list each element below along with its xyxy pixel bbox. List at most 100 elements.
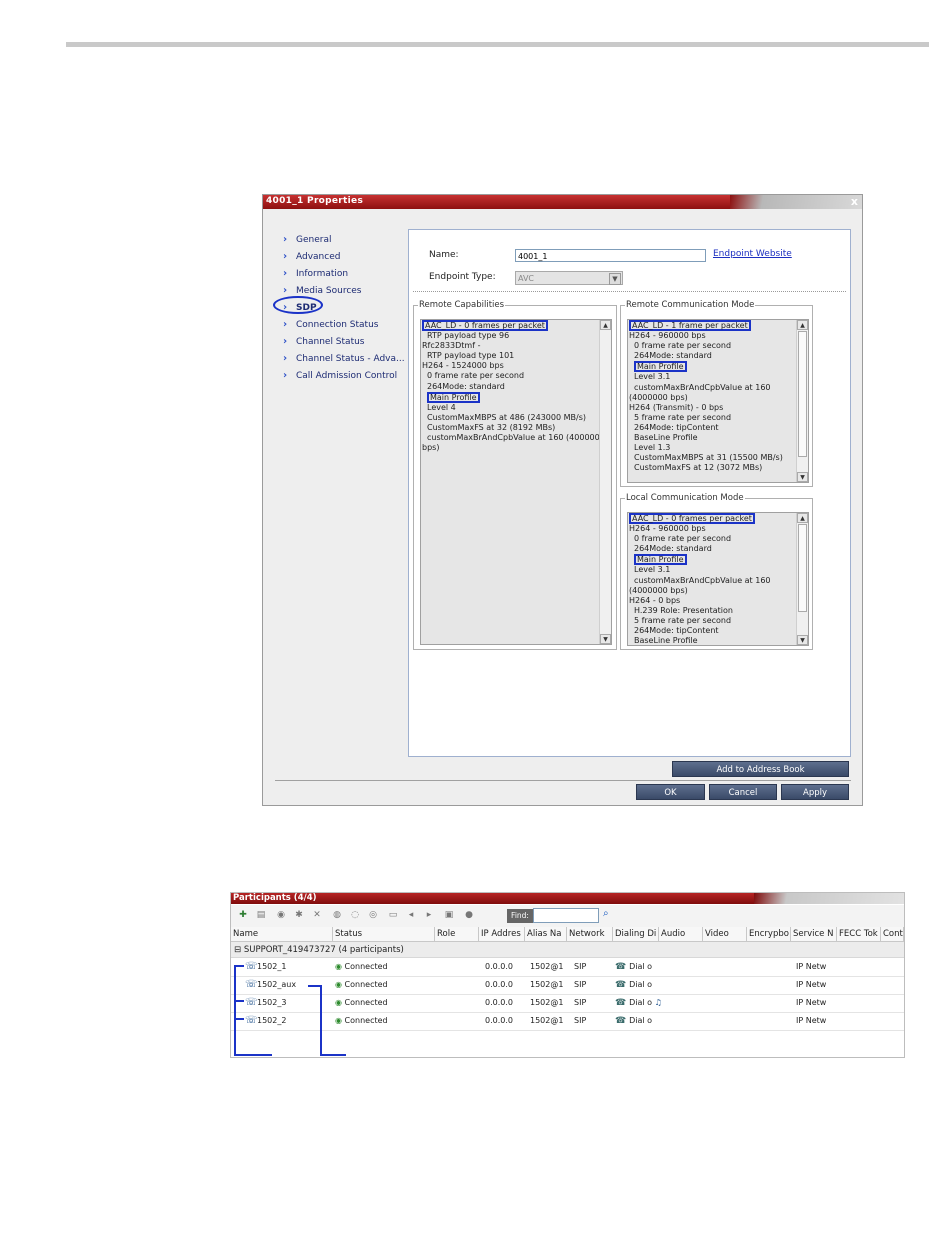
volume-down-icon[interactable]: ◂ [405,909,417,921]
unmute-audio-icon[interactable]: ◌ [349,909,361,921]
column-header-fecc-token[interactable]: FECC Tok [837,927,881,942]
remote-capabilities-list[interactable]: AAC_LD - 0 frames per packet RTP payload… [420,319,612,645]
nav-item-connection-status[interactable]: › Connection Status [283,316,413,333]
table-row[interactable]: ☏1502_1 ◉ Connected 0.0.0.0 1502@1 SIP ☎… [231,958,904,977]
list-item: 264Mode: tipContent [634,422,719,432]
record-icon[interactable]: ● [463,909,475,921]
delete-icon[interactable]: ✕ [311,909,323,921]
endpoint-type-select[interactable]: AVC ▼ [515,271,623,285]
nav-item-channel-status[interactable]: › Channel Status [283,333,413,350]
ok-button[interactable]: OK [636,784,705,800]
table-row[interactable]: ☏1502_3 ◉ Connected 0.0.0.0 1502@1 SIP ☎… [231,994,904,1013]
list-item: 0 frame rate per second [427,371,525,381]
chevron-right-icon: › [283,318,288,330]
cancel-button[interactable]: Cancel [709,784,777,800]
column-header-dialing-direction[interactable]: Dialing Di [613,927,659,942]
column-header-audio[interactable]: Audio [659,927,703,942]
remote-capabilities-group: Remote Capabilities AAC_LD - 0 frames pe… [413,300,617,650]
scroll-thumb[interactable] [798,524,807,612]
layout-icon[interactable]: ▣ [443,909,455,921]
endpoint-website-link[interactable]: Endpoint Website [713,249,792,259]
add-participant-icon[interactable]: ✚ [237,909,249,921]
view-icon[interactable]: ◉ [275,909,287,921]
list-item: CustomMaxFS at 12 (3072 MBs) [634,463,763,473]
dial-out-icon: ☎ [615,1016,630,1026]
list-item: 264Mode: standard [427,381,505,391]
connected-icon: ◉ [335,980,345,989]
remote-communication-mode-list[interactable]: AAC_LD - 1 frame per packet H264 - 96000… [627,319,809,483]
disconnect-icon[interactable]: ✱ [293,909,305,921]
column-header-role[interactable]: Role [435,927,479,942]
column-header-status[interactable]: Status [333,927,435,942]
column-header-name[interactable]: Name [231,927,333,942]
list-item: (4000000 bps) [629,585,688,595]
chevron-right-icon: › [283,369,288,381]
table-row[interactable]: ☏1502_aux ◉ Connected 0.0.0.0 1502@1 SIP… [231,976,904,995]
column-header-alias-name[interactable]: Alias Na [525,927,567,942]
participants-toolbar: ✚ ▤ ◉ ✱ ✕ ◍ ◌ ◎ ▭ ◂ ▸ ▣ ● Find: ⌕ [231,905,904,928]
divider [413,291,846,292]
mute-audio-icon[interactable]: ◍ [331,909,343,921]
table-row[interactable]: ☏1502_2 ◉ Connected 0.0.0.0 1502@1 SIP ☎… [231,1012,904,1031]
find-input[interactable] [533,908,599,923]
scrollbar[interactable]: ▲ ▼ [599,320,611,644]
name-field[interactable]: 4001_1 [515,249,706,262]
audio-participant-icon: ♫ [652,998,662,1007]
list-item: H264 - 0 bps [629,595,681,605]
properties-dialog: 4001_1 Properties x › General › Advanced ›… [262,194,863,806]
participant-icon: ☏ [245,997,258,1008]
volume-up-icon[interactable]: ▸ [423,909,435,921]
apply-button[interactable]: Apply [781,784,849,800]
search-icon[interactable]: ⌕ [603,908,609,919]
dial-out-icon: ☎ [615,980,630,990]
column-header-ip-address[interactable]: IP Addres [479,927,525,942]
list-item: Main Profile [421,391,611,403]
column-header-network[interactable]: Network [567,927,613,942]
nav-item-call-admission-control[interactable]: › Call Admission Control [283,367,413,384]
sdp-panel: Name: 4001_1 Endpoint Website Endpoint T… [408,229,851,757]
nav-item-channel-status-advanced[interactable]: › Channel Status - Adva... [283,350,413,367]
list-item: bps) [422,443,440,453]
nav-item-advanced[interactable]: › Advanced [283,248,413,265]
nav-item-information[interactable]: › Information [283,265,413,282]
list-item: (4000000 bps) [629,392,688,402]
dial-out-icon: ☎ [615,998,630,1008]
chevron-right-icon: › [283,335,288,347]
nav-item-general[interactable]: › General [283,231,413,248]
annotation-bracket-left [234,965,236,1056]
scrollbar[interactable]: ▲ ▼ [796,513,808,645]
dialog-title-bar[interactable]: 4001_1 Properties x [263,195,862,209]
endpoint-type-label: Endpoint Type: [429,272,496,282]
participants-panel: Participants (4/4) ✚ ▤ ◉ ✱ ✕ ◍ ◌ ◎ ▭ ◂ ▸… [230,892,905,1058]
connected-icon: ◉ [335,1016,345,1025]
chevron-right-icon: › [283,267,288,279]
scrollbar[interactable]: ▲ ▼ [796,320,808,482]
scroll-down-icon[interactable]: ▼ [797,635,808,645]
add-from-address-book-icon[interactable]: ▤ [255,909,267,921]
conference-group-row[interactable]: ⊟ SUPPORT_419473727 (4 participants) [231,942,904,958]
column-header-video[interactable]: Video [703,927,747,942]
remote-communication-mode-legend: Remote Communication Mode [626,300,755,310]
column-header-service-name[interactable]: Service N [791,927,837,942]
scroll-thumb[interactable] [798,331,807,457]
local-communication-mode-list[interactable]: AAC_LD - 0 frames per packet H264 - 9600… [627,512,809,646]
scroll-down-icon[interactable]: ▼ [797,472,808,482]
dialog-title: 4001_1 Properties [266,196,364,206]
list-item: CustomMaxFS at 32 (8192 MBs) [427,422,556,432]
chevron-right-icon: › [283,352,288,364]
participant-icon: ☏ [245,1015,258,1026]
chevron-right-icon: › [283,284,288,296]
column-header-encryption[interactable]: Encrypbo [747,927,791,942]
add-to-address-book-button[interactable]: Add to Address Book [672,761,849,777]
page-top-rule [66,42,929,47]
column-header-content[interactable]: Cont [881,927,904,942]
scroll-down-icon[interactable]: ▼ [600,634,611,644]
list-item: CustomMaxMBPS at 31 (15500 MB/s) [634,453,783,463]
camera-icon[interactable]: ▭ [387,909,399,921]
list-item: H264 - 1524000 bps [422,361,504,371]
chevron-right-icon: › [283,250,288,262]
mute-video-icon[interactable]: ◎ [367,909,379,921]
collapse-icon[interactable]: ⊟ [234,945,244,955]
close-icon[interactable]: x [851,195,858,208]
list-item: customMaxBrAndCpbValue at 160 (4000000 [427,433,605,443]
